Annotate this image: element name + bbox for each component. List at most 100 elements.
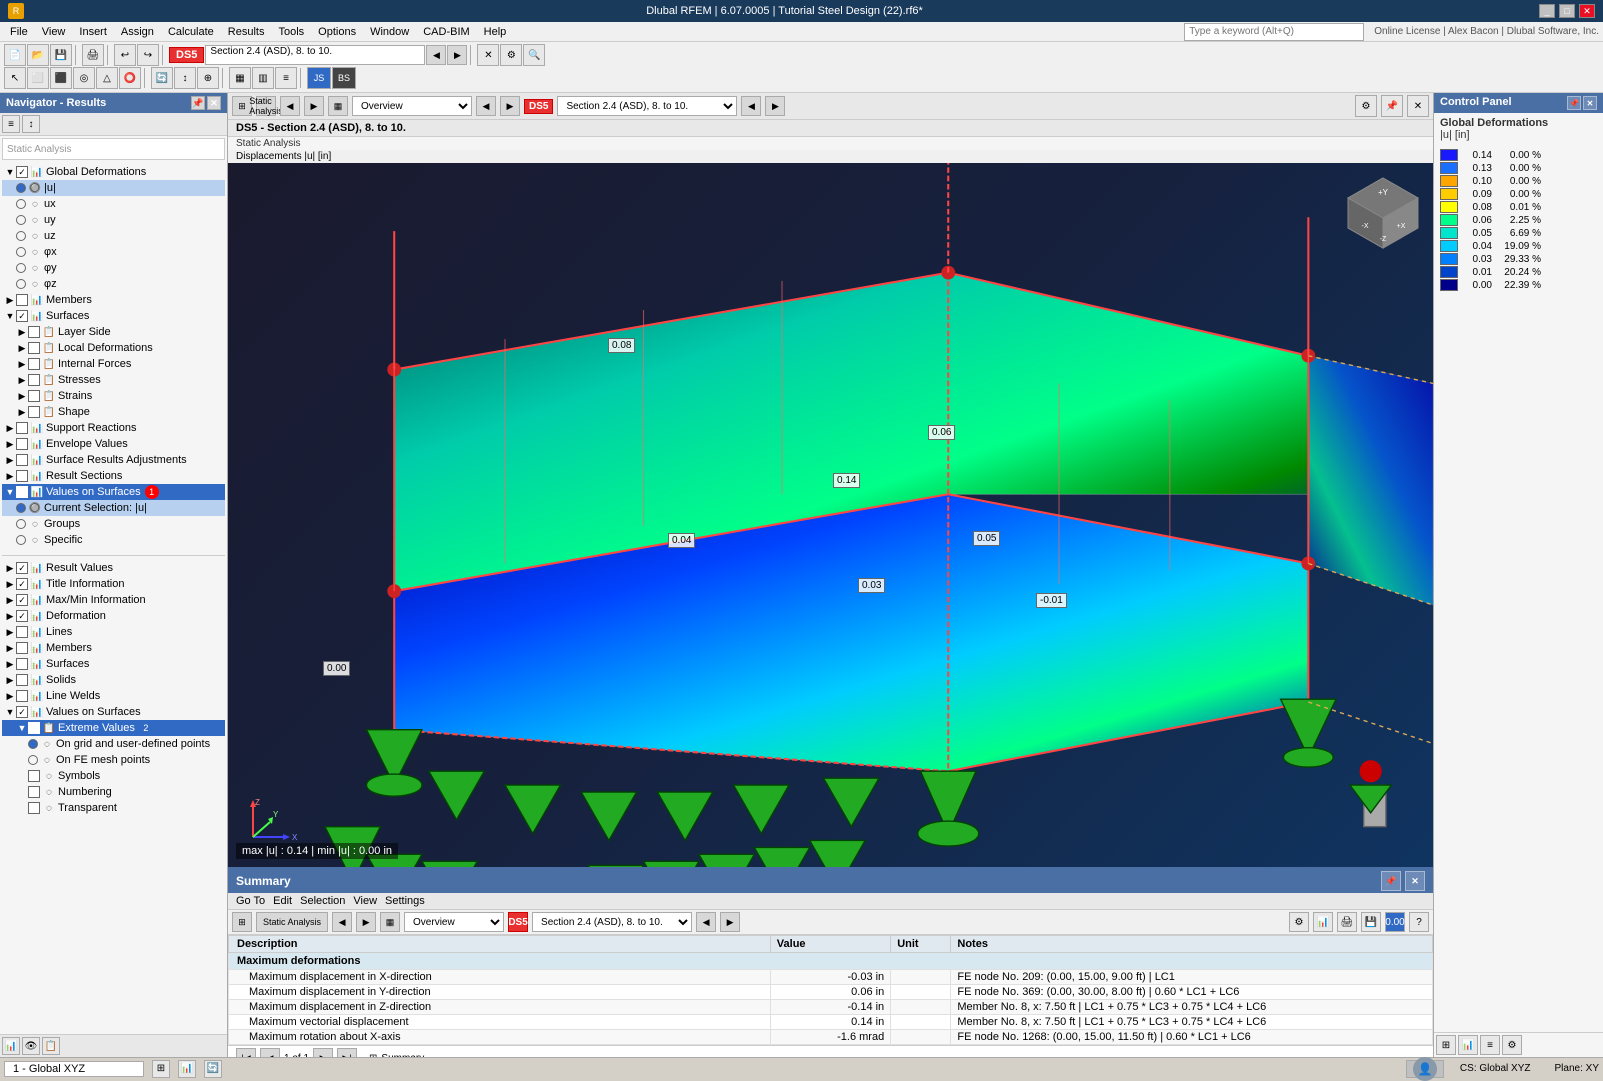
summary-view[interactable]: View (353, 895, 377, 907)
cb-values-on-surfaces[interactable] (16, 486, 28, 498)
sum-tb-1[interactable]: ⚙ (1289, 912, 1309, 932)
expand-global-def[interactable]: ▼ (4, 166, 16, 178)
expand-result-sections[interactable]: ▶ (4, 470, 16, 482)
vp-tb-2[interactable]: 📌 (1381, 95, 1403, 117)
status-tb-1[interactable]: ⊞ (152, 1060, 170, 1078)
menu-assign[interactable]: Assign (115, 24, 160, 40)
cb-envelope-values[interactable] (16, 438, 28, 450)
tb-redo[interactable]: ↪ (137, 44, 159, 66)
tb2-5[interactable]: △ (96, 67, 118, 89)
expand-title-info[interactable]: ▶ (4, 578, 16, 590)
cb-extreme-values[interactable] (28, 722, 40, 734)
expand-stresses[interactable]: ▶ (16, 374, 28, 386)
tb2-8[interactable]: ↕ (174, 67, 196, 89)
menu-tools[interactable]: Tools (272, 24, 310, 40)
summary-settings[interactable]: Settings (385, 895, 425, 907)
summary-tab-label[interactable]: Summary (381, 1053, 424, 1058)
table-row[interactable]: Maximum displacement in Y-direction 0.06… (229, 985, 1433, 1000)
cb-stresses[interactable] (28, 374, 40, 386)
menu-help[interactable]: Help (478, 24, 513, 40)
sum-tb-val[interactable]: 0.00 (1385, 912, 1405, 932)
tb-more2[interactable]: ⚙ (500, 44, 522, 66)
summary-close[interactable]: ✕ (1405, 871, 1425, 891)
sum-sec-prev[interactable]: ◀ (696, 912, 716, 932)
nav-search-box[interactable]: Static Analysis (2, 138, 225, 160)
sum-tb-3[interactable]: 🖨 (1337, 912, 1357, 932)
summary-pin[interactable]: 📌 (1381, 871, 1401, 891)
tree-item-title-info[interactable]: ▶ 📊 Title Information (2, 576, 225, 592)
radio-phiz[interactable] (16, 279, 26, 289)
vp-prev-section[interactable]: ◀ (476, 96, 496, 116)
expand-solids[interactable]: ▶ (4, 674, 16, 686)
cb-result-values[interactable] (16, 562, 28, 574)
tb-undo[interactable]: ↩ (114, 44, 136, 66)
cb-members[interactable] (16, 294, 28, 306)
cb-numbering[interactable] (28, 786, 40, 798)
tree-item-phix[interactable]: ◌ φx (2, 244, 225, 260)
radio-phix[interactable] (16, 247, 26, 257)
tree-item-members[interactable]: ▶ 📊 Members (2, 292, 225, 308)
table-row[interactable]: Maximum vectorial displacement 0.14 in M… (229, 1015, 1433, 1030)
tree-item-shape[interactable]: ▶ 📋 Shape (2, 404, 225, 420)
sum-sec-next[interactable]: ▶ (720, 912, 740, 932)
nav-prev[interactable]: ◀ (426, 45, 446, 65)
radio-u[interactable] (16, 183, 26, 193)
radio-current-sel[interactable] (16, 503, 26, 513)
tree-item-ux[interactable]: ◌ ux (2, 196, 225, 212)
rt-tb-1[interactable]: ⊞ (1436, 1035, 1456, 1055)
tb2-js[interactable]: JS (307, 67, 331, 89)
tb2-2[interactable]: ⬜ (27, 67, 49, 89)
summary-selection[interactable]: Selection (300, 895, 345, 907)
tree-item-values-on-surfaces2[interactable]: ▼ 📊 Values on Surfaces (2, 704, 225, 720)
table-row[interactable]: Maximum displacement in X-direction -0.0… (229, 970, 1433, 985)
nav-panel-pin[interactable]: 📌 (191, 96, 205, 110)
cb-local-def[interactable] (28, 342, 40, 354)
cb-maxmin-info[interactable] (16, 594, 28, 606)
tree-item-transparent[interactable]: ◌ Transparent (2, 800, 225, 816)
cb-surface-results-adj[interactable] (16, 454, 28, 466)
expand-values-on-surfaces[interactable]: ▼ (4, 486, 16, 498)
cb-strains[interactable] (28, 390, 40, 402)
cb-shape[interactable] (28, 406, 40, 418)
status-tb-2[interactable]: 📊 (178, 1060, 196, 1078)
expand-line-welds[interactable]: ▶ (4, 690, 16, 702)
tree-item-on-grid[interactable]: ◌ On grid and user-defined points (2, 736, 225, 752)
menu-results[interactable]: Results (222, 24, 271, 40)
expand-strains[interactable]: ▶ (16, 390, 28, 402)
tree-item-support-reactions[interactable]: ▶ 📊 Support Reactions (2, 420, 225, 436)
tree-item-extreme-values[interactable]: ▼ 📋 Extreme Values 2 (2, 720, 225, 736)
nav-panel-close[interactable]: ✕ (207, 96, 221, 110)
cb-result-sections[interactable] (16, 470, 28, 482)
tree-item-stresses[interactable]: ▶ 📋 Stresses (2, 372, 225, 388)
cb-values-on-surfaces2[interactable] (16, 706, 28, 718)
table-row[interactable]: Maximum rotation about X-axis -1.6 mrad … (229, 1030, 1433, 1045)
vp-sec-prev[interactable]: ◀ (741, 96, 761, 116)
tb2-bs[interactable]: BS (332, 67, 356, 89)
cb-solids[interactable] (16, 674, 28, 686)
rt-tb-2[interactable]: 📊 (1458, 1035, 1478, 1055)
vp-tb-3[interactable]: ✕ (1407, 95, 1429, 117)
cb-surfaces[interactable] (16, 310, 28, 322)
menu-options[interactable]: Options (312, 24, 362, 40)
tb-print[interactable]: 🖨 (82, 44, 104, 66)
tb2-3[interactable]: ⬛ (50, 67, 72, 89)
expand-members2[interactable]: ▶ (4, 642, 16, 654)
expand-lines[interactable]: ▶ (4, 626, 16, 638)
vp-next-section[interactable]: ▶ (500, 96, 520, 116)
expand-shape[interactable]: ▶ (16, 406, 28, 418)
keyword-search[interactable] (1184, 23, 1364, 41)
tb2-12[interactable]: ≡ (275, 67, 297, 89)
status-coord-system[interactable]: 1 - Global XYZ (4, 1061, 144, 1077)
tree-item-local-def[interactable]: ▶ 📋 Local Deformations (2, 340, 225, 356)
nav-bottom-2[interactable]: 👁 (22, 1037, 40, 1055)
section-dropdown[interactable]: Section 2.4 (ASD), 8. to 10. (205, 45, 425, 65)
tb2-6[interactable]: ⭕ (119, 67, 141, 89)
expand-result-values[interactable]: ▶ (4, 562, 16, 574)
cb-transparent[interactable] (28, 802, 40, 814)
sum-next[interactable]: ▶ (356, 912, 376, 932)
expand-surfaces2[interactable]: ▶ (4, 658, 16, 670)
expand-local-def[interactable]: ▶ (16, 342, 28, 354)
table-row[interactable]: Maximum displacement in Z-direction -0.1… (229, 1000, 1433, 1015)
cb-members2[interactable] (16, 642, 28, 654)
nav-cube[interactable]: +Y -X +X -Z (1343, 173, 1423, 253)
